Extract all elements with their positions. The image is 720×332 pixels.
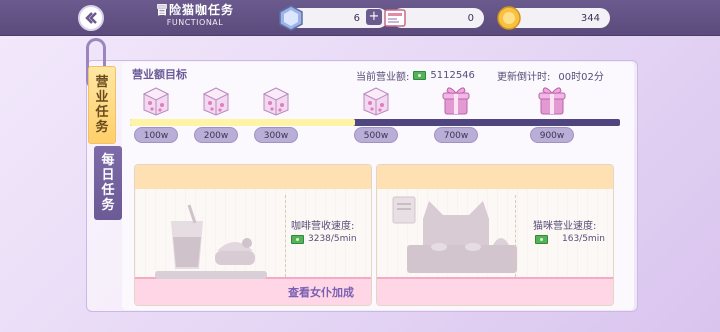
tab-business-task[interactable]: 营业任务 [88,66,116,144]
milestone-label-2: 300w [254,127,298,143]
cat-speed-value: 163/5min [562,234,605,244]
milestone-label-0: 100w [134,127,178,143]
tab-business-label: 营业任务 [95,75,109,135]
cat-card: 猫咪营业速度: 163/5min [376,164,614,306]
money-icon [413,71,427,80]
milestone-label-4: 700w [434,127,478,143]
reward-box-0[interactable] [140,84,172,116]
tab-daily-task[interactable]: 每日任务 [94,146,122,220]
milestone-label-1: 200w [194,127,238,143]
big-gift-icon [538,87,566,115]
progress-fill [130,119,355,126]
ticket-counter: 0 [384,8,484,28]
cat-counter-icon [392,196,517,273]
reward-box-2[interactable] [260,84,292,116]
gift-box-icon [142,87,170,116]
coin-counter: 344 [497,6,610,30]
crystal-value: 6 [353,12,360,24]
coffee-speed-value: 3238/5min [308,234,357,244]
gift-box-icon [202,87,230,116]
refresh-countdown: 更新倒计时: 00时02分 [497,68,604,83]
ticket-icon [384,9,406,27]
ticket-value: 0 [467,12,474,24]
big-gift-icon [442,87,470,115]
gift-box-icon [362,87,390,116]
add-crystal-button[interactable]: + [366,9,382,25]
reward-gift-4[interactable] [440,84,472,116]
back-button[interactable] [78,5,104,31]
view-maid-bonus-link[interactable]: 查看女仆加成 [288,284,354,300]
page-title-block: 冒险猫咖任务 FUNCTIONAL [150,3,240,28]
card-divider [285,195,286,277]
card-top-band [377,165,613,189]
revenue-value: 5112546 [430,70,475,81]
cat-speed-label: 猫咪营业速度: [533,221,597,232]
coffee-speed: 3238/5min [291,234,357,244]
page-title: 冒险猫咖任务 [155,3,234,17]
gift-box-icon [262,87,290,116]
page-subtitle: FUNCTIONAL [166,18,224,27]
back-arrow-icon [85,12,97,24]
countdown-value: 00时02分 [558,72,604,83]
countdown-label: 更新倒计时: [497,72,551,83]
reward-gift-5[interactable] [536,84,568,116]
money-icon [291,234,304,244]
tab-daily-label: 每日任务 [101,153,115,213]
reward-box-3[interactable] [360,84,392,116]
milestone-label-5: 900w [530,127,574,143]
crystal-icon [279,5,303,31]
reward-box-1[interactable] [200,84,232,116]
card-top-band [135,165,371,189]
card-divider [515,195,516,277]
revenue-label: 当前营业额: [356,72,410,83]
coin-icon [497,6,521,30]
card-bottom-band [377,279,613,305]
section-title: 营业额目标 [132,68,187,81]
cat-speed: 163/5min [535,234,605,244]
coffee-speed-label: 咖啡营收速度: [291,221,355,232]
money-icon [535,234,548,244]
coin-value: 344 [580,12,600,24]
coffee-drink-icon [155,204,267,279]
current-revenue: 当前营业额: 5112546 [356,68,475,83]
milestone-label-3: 500w [354,127,398,143]
